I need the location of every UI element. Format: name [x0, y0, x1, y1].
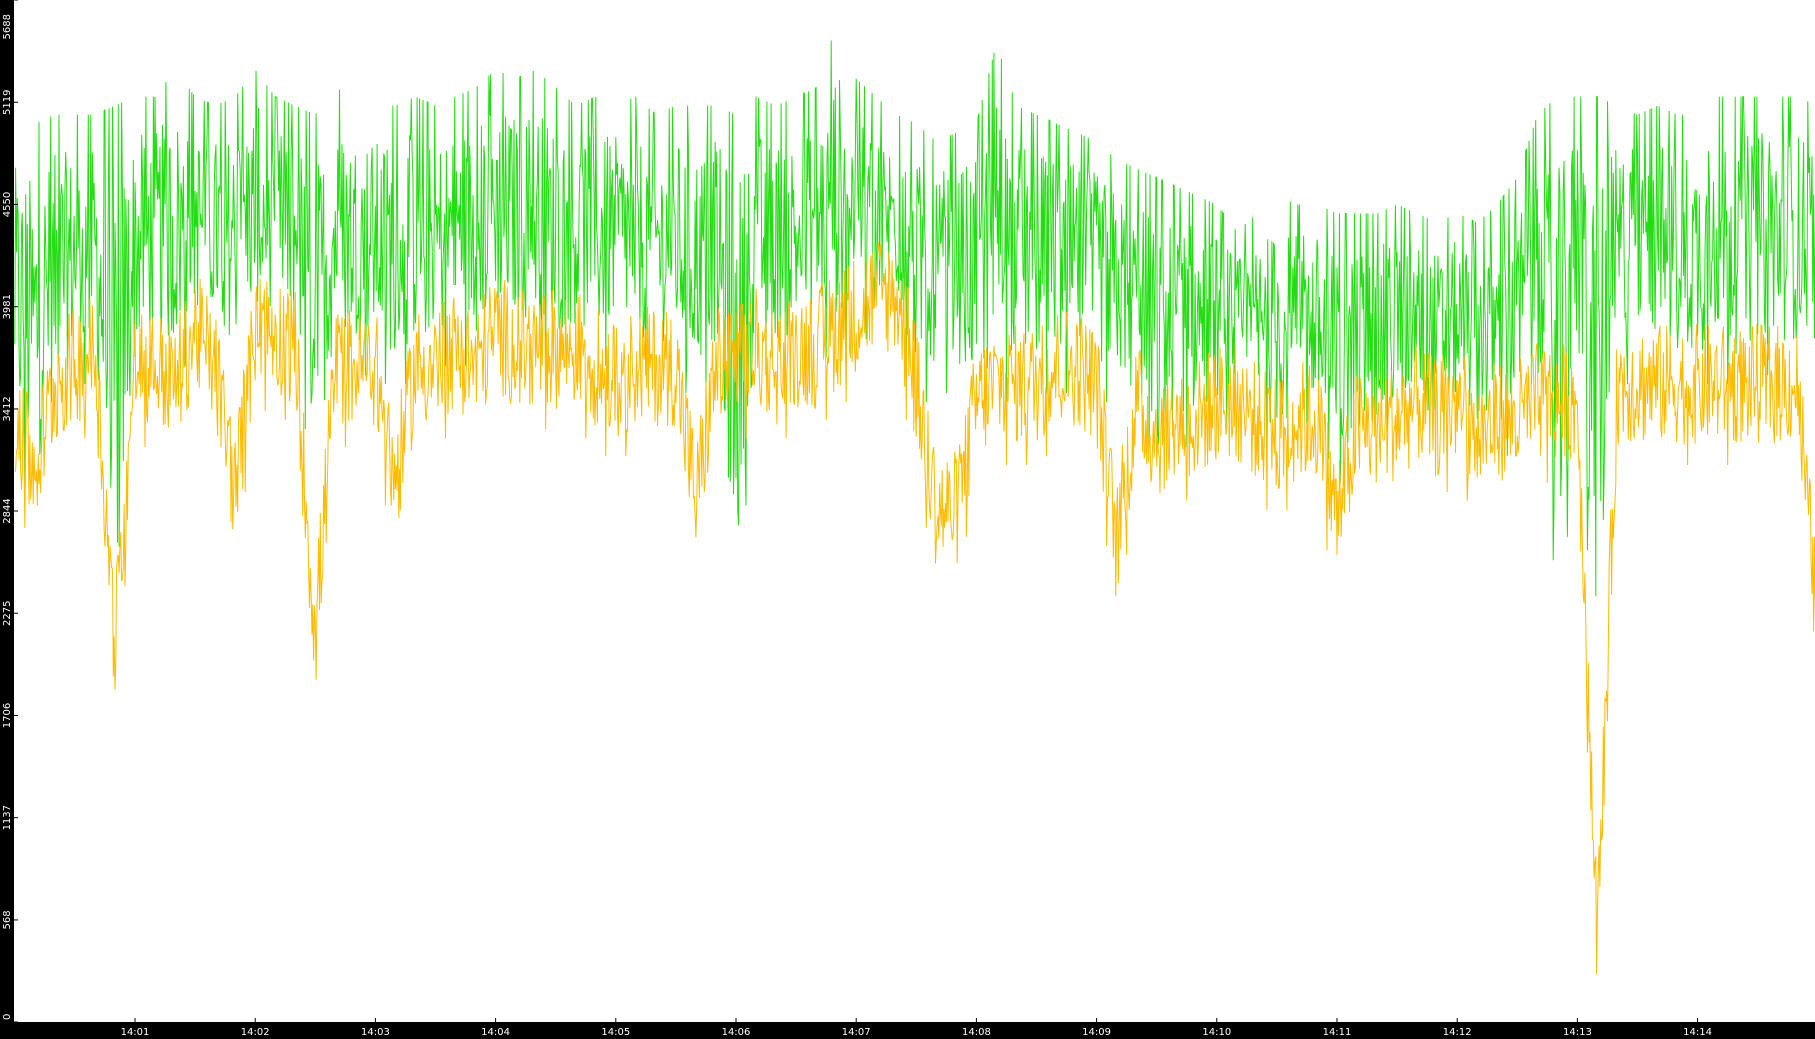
x-tick-label: 14:02: [241, 1027, 270, 1038]
y-tick-label: 3412: [2, 396, 13, 421]
x-axis-bar: [0, 1022, 1815, 1039]
x-tick-label: 14:03: [361, 1027, 390, 1038]
x-tick-label: 14:01: [121, 1027, 150, 1038]
x-tick-label: 14:04: [481, 1027, 510, 1038]
y-tick-label: 2844: [2, 498, 13, 523]
y-tick-label: 5119: [2, 90, 13, 115]
y-tick-label: 0: [2, 1014, 13, 1020]
x-tick-label: 14:06: [722, 1027, 751, 1038]
x-tick-label: 14:14: [1683, 1027, 1712, 1038]
x-tick-label: 14:12: [1443, 1027, 1472, 1038]
y-tick-label: 4550: [2, 192, 13, 217]
y-tick-label: 5688: [2, 14, 13, 39]
y-tick-label: 568: [2, 910, 13, 929]
y-tick-label: 1706: [2, 703, 13, 728]
x-tick-label: 14:07: [842, 1027, 871, 1038]
x-tick-label: 14:10: [1202, 1027, 1231, 1038]
y-tick-label: 1137: [2, 805, 13, 830]
chart-container: 0 568 1137 1706 2275 2844 3412 3981 4550 5119 5688…: [0, 0, 1815, 1039]
y-tick-label: 3981: [2, 294, 13, 319]
x-tick-label: 14:05: [601, 1027, 630, 1038]
y-tick-label: 2275: [2, 601, 13, 626]
x-tick-label: 14:09: [1082, 1027, 1111, 1038]
x-tick-label: 14:08: [962, 1027, 991, 1038]
x-tick-label: 14:11: [1323, 1027, 1352, 1038]
x-tick-label: 14:13: [1563, 1027, 1592, 1038]
line-chart: 0 568 1137 1706 2275 2844 3412 3981 4550 5119 5688…: [0, 0, 1815, 1039]
